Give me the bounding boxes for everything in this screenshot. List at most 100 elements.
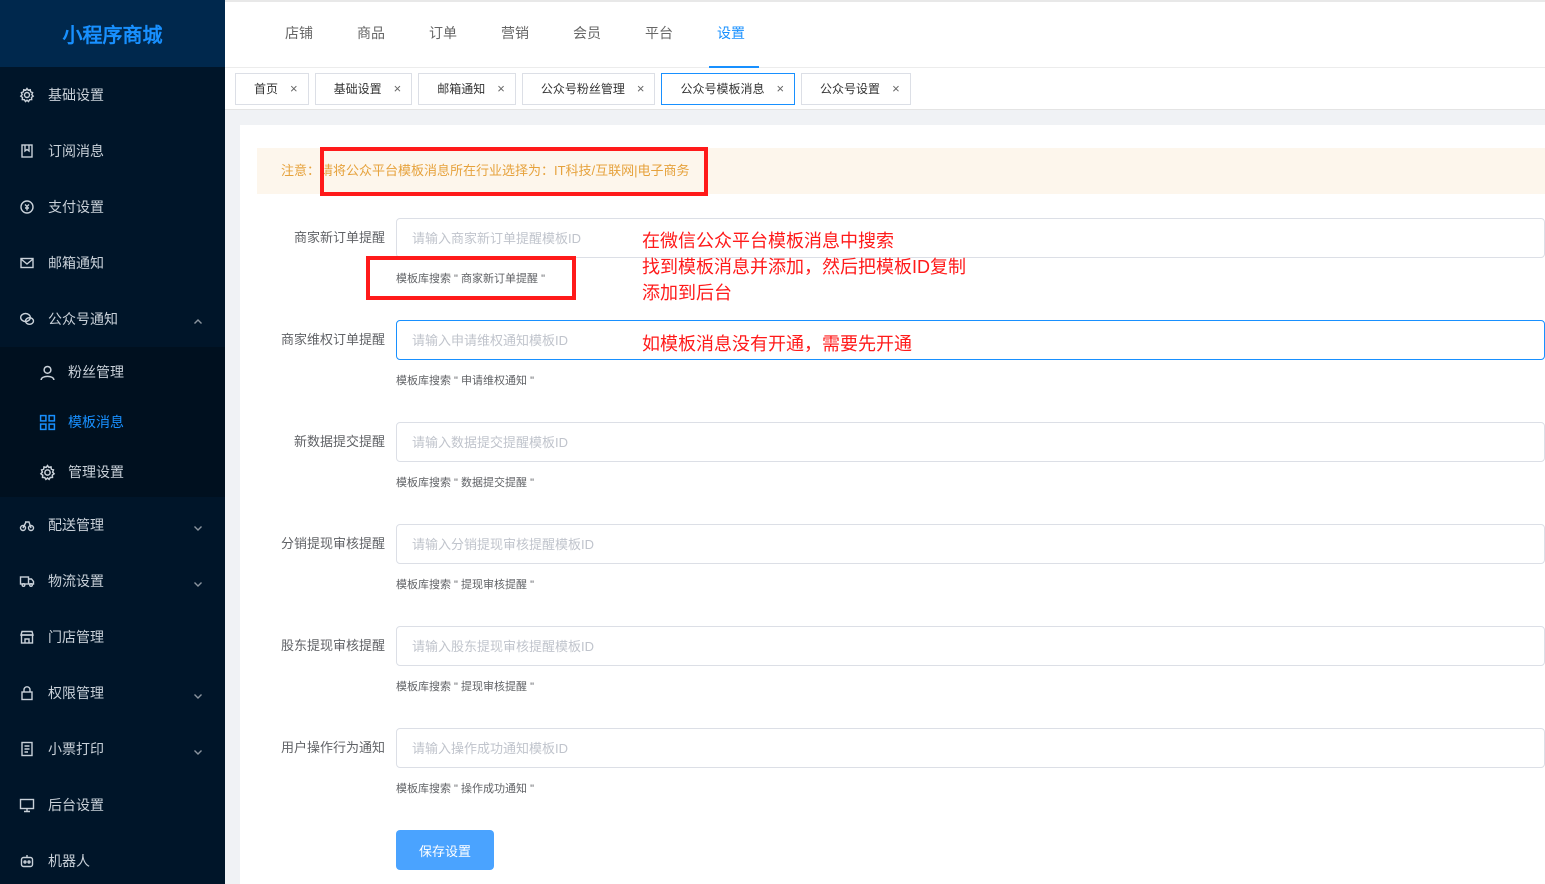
highlight-box-notice <box>320 147 708 196</box>
topnav-platform[interactable]: 平台 <box>645 2 673 68</box>
gear-icon <box>18 86 36 104</box>
distribution-withdraw-template-id-input[interactable] <box>396 524 1545 564</box>
mail-icon <box>18 254 36 272</box>
sidebar-item-label: 订阅消息 <box>48 143 104 159</box>
tab-wechat-template-message[interactable]: 公众号模板消息 × <box>661 72 796 105</box>
sidebar-subitem-label: 粉丝管理 <box>68 364 124 380</box>
field-hint: 模板库搜索 " 提现审核提醒 " <box>396 681 534 693</box>
sidebar-item-backend-settings[interactable]: 后台设置 <box>0 777 225 833</box>
close-icon[interactable]: × <box>892 81 900 96</box>
payment-icon <box>18 198 36 216</box>
topnav-members[interactable]: 会员 <box>573 2 601 68</box>
bookmark-icon <box>18 142 36 160</box>
close-icon[interactable]: × <box>497 81 505 96</box>
sidebar-submenu: 粉丝管理 模板消息 管理设置 <box>0 347 225 497</box>
user-action-template-id-input[interactable] <box>396 728 1545 768</box>
form-row-data-submit: 新数据提交提醒 <box>240 422 1545 462</box>
field-label: 商家新订单提醒 <box>293 230 385 245</box>
sidebar-item-payment-settings[interactable]: 支付设置 <box>0 179 225 235</box>
annotation-text: 添加到后台 <box>642 283 732 303</box>
sidebar: 小程序商城 基础设置 订阅消息 支付设置 邮箱通知 公众号通知 粉丝管理 模板消… <box>0 0 225 884</box>
tab-basic-settings[interactable]: 基础设置 × <box>314 72 413 105</box>
close-icon[interactable]: × <box>290 81 298 96</box>
data-submit-template-id-input[interactable] <box>396 422 1545 462</box>
tab-home[interactable]: 首页 × <box>235 72 309 105</box>
tab-wechat-settings[interactable]: 公众号设置 × <box>801 72 911 105</box>
sidebar-item-label: 权限管理 <box>48 685 104 701</box>
field-label: 用户操作行为通知 <box>280 740 385 755</box>
annotation-text: 找到模板消息并添加，然后把模板ID复制 <box>642 257 966 277</box>
sidebar-item-label: 邮箱通知 <box>48 255 104 271</box>
sidebar-item-label: 机器人 <box>48 853 90 869</box>
field-label: 新数据提交提醒 <box>293 434 385 449</box>
sidebar-item-subscribe-message[interactable]: 订阅消息 <box>0 123 225 179</box>
chevron-down-icon <box>193 744 203 755</box>
sidebar-subitem-template-message[interactable]: 模板消息 <box>0 397 225 447</box>
grid-icon <box>38 413 56 431</box>
main-content: 注意：请将公众平台模板消息所在行业选择为：IT科技/互联网|电子商务 商家新订单… <box>240 125 1545 884</box>
close-icon[interactable]: × <box>637 81 645 96</box>
sidebar-item-logistics[interactable]: 物流设置 <box>0 553 225 609</box>
sidebar-item-basic-settings[interactable]: 基础设置 <box>0 67 225 123</box>
field-label: 分销提现审核提醒 <box>280 536 385 551</box>
user-icon <box>38 363 56 381</box>
gear-icon <box>38 463 56 481</box>
sidebar-item-label: 物流设置 <box>48 573 104 589</box>
new-order-template-id-input[interactable] <box>396 218 1545 258</box>
receipt-icon <box>18 740 36 758</box>
app-logo[interactable]: 小程序商城 <box>0 0 225 67</box>
sidebar-item-receipt-print[interactable]: 小票打印 <box>0 721 225 777</box>
shareholder-withdraw-template-id-input[interactable] <box>396 626 1545 666</box>
tab-label: 公众号模板消息 <box>680 82 765 96</box>
sidebar-subitem-manage-settings[interactable]: 管理设置 <box>0 447 225 497</box>
sidebar-item-label: 小票打印 <box>48 741 104 757</box>
highlight-box-hint <box>366 256 576 300</box>
topnav-settings[interactable]: 设置 <box>709 2 759 68</box>
tab-mail-notify[interactable]: 邮箱通知 × <box>418 72 516 105</box>
form-row-shareholder-withdraw: 股东提现审核提醒 <box>240 626 1545 666</box>
wechat-icon <box>18 310 36 328</box>
sidebar-item-store[interactable]: 门店管理 <box>0 609 225 665</box>
sidebar-item-delivery[interactable]: 配送管理 <box>0 497 225 553</box>
topnav-orders[interactable]: 订单 <box>429 2 457 68</box>
chevron-down-icon <box>193 520 203 531</box>
topnav-goods[interactable]: 商品 <box>357 2 385 68</box>
chevron-down-icon <box>193 576 203 587</box>
annotation-text: 在微信公众平台模板消息中搜索 <box>642 231 894 251</box>
close-icon[interactable]: × <box>776 81 784 96</box>
tab-wechat-fans[interactable]: 公众号粉丝管理 × <box>521 72 656 105</box>
sidebar-item-label: 配送管理 <box>48 517 104 533</box>
refund-order-template-id-input[interactable] <box>396 320 1545 360</box>
field-hint: 模板库搜索 " 操作成功通知 " <box>396 783 534 795</box>
sidebar-subitem-label: 管理设置 <box>68 464 124 480</box>
tab-label: 首页 <box>254 82 279 96</box>
field-label: 股东提现审核提醒 <box>280 638 385 653</box>
chevron-down-icon <box>193 688 203 699</box>
tab-label: 基础设置 <box>333 82 382 96</box>
tabs-bar: 首页 × 基础设置 × 邮箱通知 × 公众号粉丝管理 × 公众号模板消息 × 公… <box>225 68 1545 110</box>
close-icon[interactable]: × <box>394 81 402 96</box>
sidebar-subitem-label: 模板消息 <box>68 414 124 430</box>
sidebar-item-label: 门店管理 <box>48 629 104 645</box>
tab-label: 邮箱通知 <box>437 82 486 96</box>
sidebar-item-label: 后台设置 <box>48 797 104 813</box>
sidebar-item-label: 基础设置 <box>48 87 104 103</box>
topnav-store[interactable]: 店铺 <box>285 2 313 68</box>
top-navigation: 店铺 商品 订单 营销 会员 平台 设置 <box>225 0 1545 68</box>
bike-icon <box>18 516 36 534</box>
sidebar-item-wechat-notify[interactable]: 公众号通知 <box>0 291 225 347</box>
save-settings-button[interactable]: 保存设置 <box>396 830 494 870</box>
monitor-icon <box>18 796 36 814</box>
field-label: 商家维权订单提醒 <box>280 332 385 347</box>
sidebar-item-label: 支付设置 <box>48 199 104 215</box>
sidebar-item-permission[interactable]: 权限管理 <box>0 665 225 721</box>
sidebar-item-mail-notify[interactable]: 邮箱通知 <box>0 235 225 291</box>
tab-label: 公众号设置 <box>820 82 881 96</box>
field-hint: 模板库搜索 " 数据提交提醒 " <box>396 477 534 489</box>
topnav-marketing[interactable]: 营销 <box>501 2 529 68</box>
sidebar-item-robot[interactable]: 机器人 <box>0 833 225 884</box>
sidebar-subitem-fans[interactable]: 粉丝管理 <box>0 347 225 397</box>
form-row-user-action: 用户操作行为通知 <box>240 728 1545 768</box>
form-row-distribution-withdraw: 分销提现审核提醒 <box>240 524 1545 564</box>
field-hint: 模板库搜索 " 申请维权通知 " <box>396 375 534 387</box>
